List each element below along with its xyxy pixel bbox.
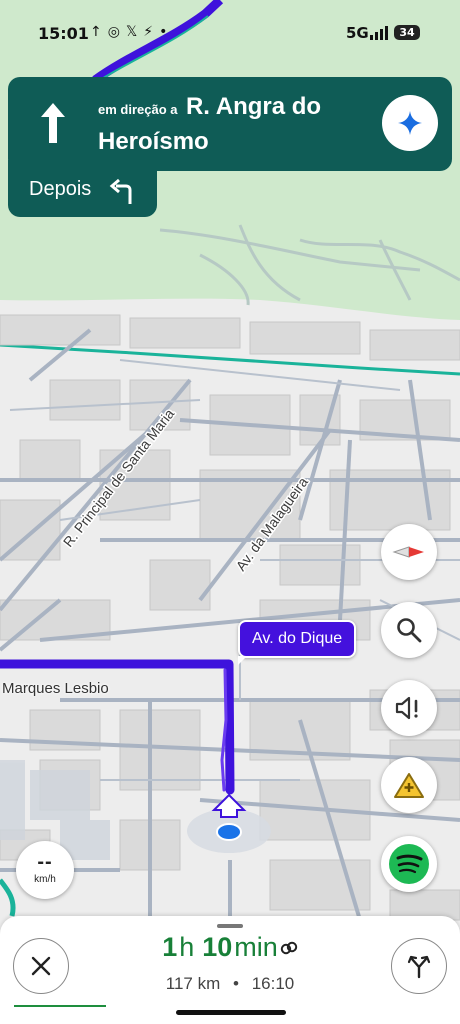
network-type: 5G	[346, 24, 369, 42]
whatsapp-icon: ◎	[107, 24, 126, 40]
signal-icon	[370, 26, 388, 40]
road-callout: Av. do Dique	[238, 620, 357, 665]
messenger-icon: ⚡	[143, 24, 160, 40]
compass-icon	[392, 546, 424, 558]
sparkle-icon	[398, 111, 422, 135]
instruction-text: em direção a R. Angra do Heroísmo	[98, 91, 378, 161]
home-indicator[interactable]	[176, 1010, 286, 1015]
report-incident-button[interactable]	[381, 757, 437, 813]
report-incident-icon	[394, 773, 424, 798]
compass-button[interactable]	[381, 524, 437, 580]
location-arrow-icon: ↑	[90, 24, 108, 40]
eta-details: 117 km • 16:10	[0, 974, 460, 994]
eta-minutes-unit: min	[234, 932, 278, 962]
route-options-button[interactable]	[391, 938, 447, 994]
volume-alert-icon	[395, 696, 418, 720]
spotify-icon	[389, 844, 429, 884]
speedometer: -- km/h	[16, 841, 74, 899]
spotify-button[interactable]	[381, 836, 437, 892]
trip-summary-panel[interactable]: 1h 10min 117 km • 16:10	[0, 916, 460, 1024]
search-icon	[397, 618, 422, 643]
sound-button[interactable]	[381, 680, 437, 736]
alternate-route-icon	[280, 941, 298, 955]
eta-hours-unit: h	[179, 932, 195, 962]
speed-value: --	[37, 851, 53, 873]
eta-hours: 1	[162, 932, 178, 962]
navigation-instruction-card[interactable]: em direção a R. Angra do Heroísmo	[8, 77, 452, 171]
x-icon: 𝕏	[125, 24, 144, 40]
trip-progress-bar	[14, 1005, 106, 1007]
fork-route-icon	[407, 955, 431, 979]
then-instruction[interactable]: Depois	[8, 160, 157, 217]
direction-prefix: em direção a	[98, 102, 178, 117]
search-button[interactable]	[381, 602, 437, 658]
trip-distance: 117 km	[165, 974, 221, 993]
gemini-button[interactable]	[382, 95, 438, 151]
straight-arrow-icon	[41, 103, 65, 143]
arrival-time: 16:10	[251, 974, 295, 993]
current-location-dot	[216, 823, 242, 841]
speed-unit: km/h	[34, 874, 56, 885]
eta-minutes: 10	[202, 932, 233, 962]
status-bar: 15:01 ↑◎𝕏⚡• 5G 34	[0, 0, 460, 56]
then-label: Depois	[29, 178, 92, 200]
drag-handle[interactable]	[217, 924, 243, 928]
status-time: 15:01	[38, 24, 89, 43]
battery-indicator: 34	[394, 25, 420, 40]
notification-icons: ↑◎𝕏⚡•	[90, 24, 173, 40]
turn-left-icon	[109, 178, 132, 204]
dot-icon: •	[159, 24, 174, 40]
separator: •	[233, 974, 239, 993]
street-label-marques-lesbio: Marques Lesbio	[2, 680, 109, 697]
